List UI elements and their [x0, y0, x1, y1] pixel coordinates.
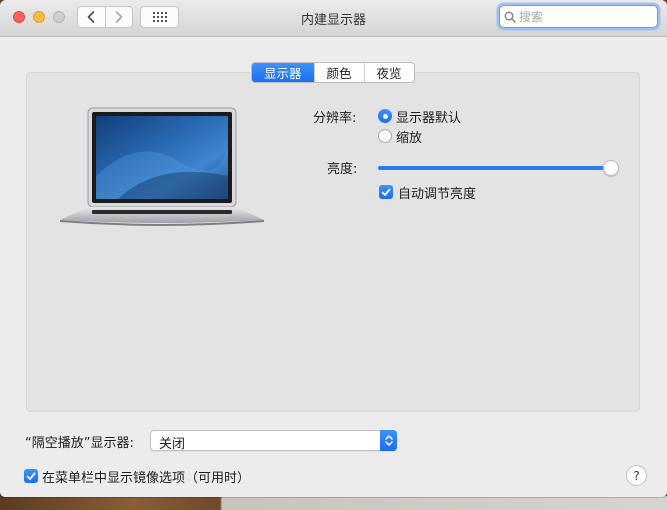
checkmark-icon: [26, 472, 36, 480]
search-placeholder: 搜索: [519, 10, 544, 24]
search-icon: [504, 11, 516, 23]
tab-color[interactable]: 颜色: [313, 63, 364, 82]
tab-bar: 显示器 颜色 夜览: [251, 62, 415, 83]
help-button[interactable]: ?: [626, 465, 647, 486]
popup-arrows-icon: [380, 430, 397, 451]
brightness-slider-knob[interactable]: [603, 160, 619, 176]
desktop-background: [0, 496, 667, 510]
resolution-scaled-radio[interactable]: [378, 129, 392, 143]
brightness-slider-fill: [378, 166, 611, 170]
tab-display[interactable]: 显示器: [252, 63, 314, 82]
title-bar: 内建显示器 搜索: [0, 0, 667, 37]
checkmark-icon: [381, 188, 391, 196]
brightness-slider[interactable]: [378, 166, 611, 170]
resolution-default-radio[interactable]: [378, 109, 392, 123]
airplay-display-label: “隔空播放”显示器:: [25, 436, 134, 451]
mirroring-menu-label[interactable]: 在菜单栏中显示镜像选项（可用时）: [42, 467, 250, 486]
brightness-label: 亮度:: [327, 162, 358, 177]
mirroring-menu-checkbox[interactable]: [24, 469, 38, 483]
resolution-scaled-label[interactable]: 缩放: [396, 127, 422, 146]
resolution-label: 分辨率:: [313, 111, 357, 126]
auto-brightness-label[interactable]: 自动调节亮度: [398, 183, 476, 202]
airplay-display-value: 关闭: [159, 437, 186, 452]
resolution-default-label[interactable]: 显示器默认: [396, 107, 461, 126]
auto-brightness-checkbox[interactable]: [379, 185, 393, 199]
macbook-image: [60, 107, 264, 226]
search-field[interactable]: 搜索: [499, 5, 658, 28]
airplay-display-select[interactable]: 关闭: [150, 430, 397, 452]
preferences-window: 内建显示器 搜索 显示器 颜色 夜览 分辨率: 显示器默认 缩放 亮度: 自动调…: [0, 0, 667, 497]
tab-night-shift[interactable]: 夜览: [363, 63, 414, 82]
